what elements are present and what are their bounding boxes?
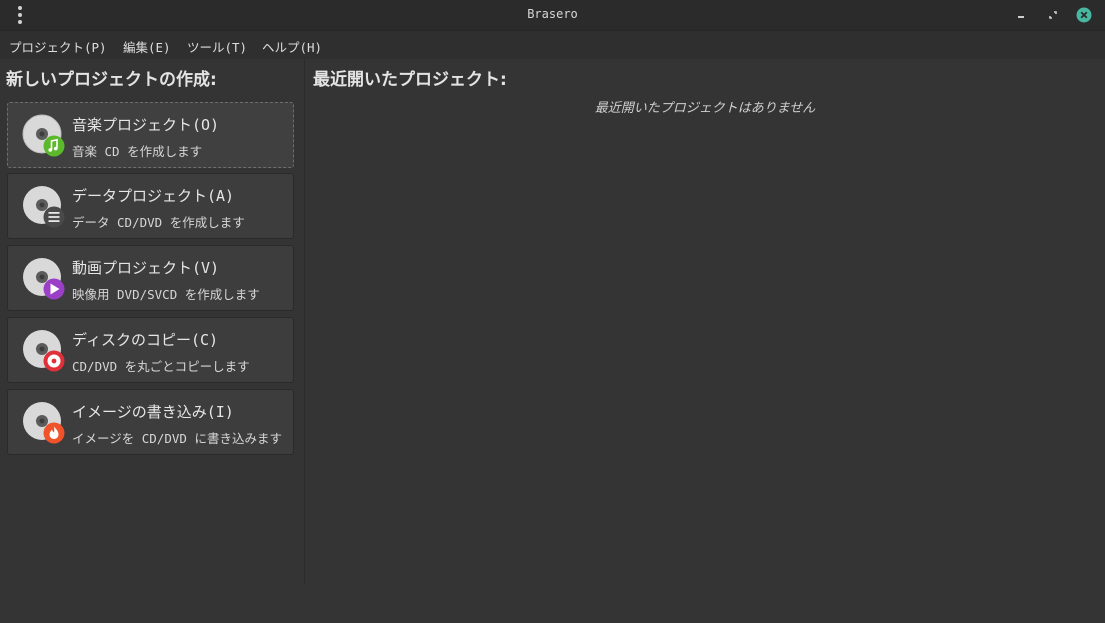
burn-image-desc: イメージを CD/DVD に書き込みます: [72, 431, 282, 446]
video-disc-icon: [22, 257, 66, 301]
recent-projects-heading: 最近開いたプロジェクト:: [313, 70, 507, 90]
data-project-desc: データ CD/DVD を作成します: [72, 215, 245, 230]
title-bar: Brasero: [0, 0, 1105, 31]
audio-project-desc: 音楽 CD を作成します: [72, 144, 203, 159]
menu-project[interactable]: プロジェクト(P): [9, 37, 107, 56]
new-project-heading: 新しいプロジェクトの作成:: [6, 70, 217, 90]
minimize-icon[interactable]: [1013, 7, 1029, 23]
data-project-button[interactable]: データプロジェクト(A) データ CD/DVD を作成します: [7, 173, 294, 239]
menu-help[interactable]: ヘルプ(H): [262, 37, 322, 56]
audio-disc-icon: [22, 114, 66, 158]
video-project-button[interactable]: 動画プロジェクト(V) 映像用 DVD/SVCD を作成します: [7, 245, 294, 311]
audio-project-button[interactable]: 音楽プロジェクト(O) 音楽 CD を作成します: [7, 102, 294, 168]
menu-bar: プロジェクト(P) 編集(E) ツール(T) ヘルプ(H): [0, 31, 1105, 59]
recent-projects-pane: 最近開いたプロジェクト: 最近開いたプロジェクトはありません: [305, 59, 1105, 623]
data-disc-icon: [22, 185, 66, 229]
status-area: [0, 585, 305, 623]
burn-image-label: イメージの書き込み(I): [72, 403, 234, 421]
menu-edit[interactable]: 編集(E): [123, 37, 171, 56]
audio-project-label: 音楽プロジェクト(O): [72, 116, 220, 134]
disc-copy-desc: CD/DVD を丸ごとコピーします: [72, 359, 250, 374]
window-title: Brasero: [527, 7, 578, 21]
disc-copy-label: ディスクのコピー(C): [72, 331, 219, 349]
video-project-desc: 映像用 DVD/SVCD を作成します: [72, 287, 260, 302]
recent-empty-message: 最近開いたプロジェクトはありません: [594, 101, 816, 116]
menu-tools[interactable]: ツール(T): [187, 37, 247, 56]
copy-disc-icon: [22, 329, 66, 373]
video-project-label: 動画プロジェクト(V): [72, 259, 220, 277]
data-project-label: データプロジェクト(A): [72, 187, 235, 205]
close-icon[interactable]: [1076, 7, 1092, 23]
burn-image-button[interactable]: イメージの書き込み(I) イメージを CD/DVD に書き込みます: [7, 389, 294, 455]
burn-disc-icon: [22, 401, 66, 445]
disc-copy-button[interactable]: ディスクのコピー(C) CD/DVD を丸ごとコピーします: [7, 317, 294, 383]
restore-icon[interactable]: [1045, 7, 1061, 23]
new-project-pane: 新しいプロジェクトの作成: 音楽プロジェクト(O) 音楽 CD を作成します デ…: [0, 59, 305, 585]
